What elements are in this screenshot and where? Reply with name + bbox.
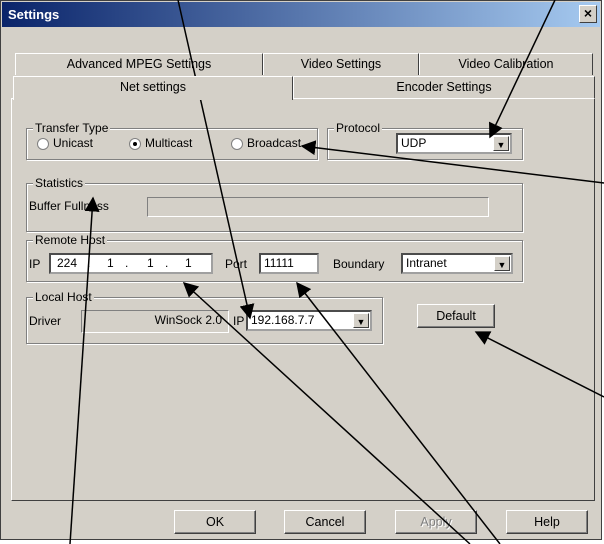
multicast-label: Multicast: [145, 136, 193, 150]
port-input[interactable]: 11111: [259, 253, 319, 274]
ip-octet-3: 1: [147, 256, 154, 270]
local-ip-label: IP: [233, 314, 245, 328]
broadcast-label: Broadcast: [247, 136, 302, 150]
driver-value: WinSock 2.0: [81, 310, 229, 333]
ip-octet-1: 224: [57, 256, 78, 270]
tab-video-calibration[interactable]: Video Calibration: [419, 53, 593, 75]
remote-ip-input[interactable]: 224 . 1 . 1 . 1: [49, 253, 213, 274]
ip-octet-4: 1: [185, 256, 192, 270]
net-settings-panel: Transfer Type Unicast Multicast Broadcas…: [11, 98, 595, 501]
ip-dot: .: [165, 256, 169, 270]
settings-dialog: Settings × Advanced MPEG Settings Video …: [0, 0, 602, 540]
default-button[interactable]: Default: [417, 304, 495, 328]
dropdown-arrow-icon[interactable]: ▼: [493, 136, 509, 151]
tab-video-settings[interactable]: Video Settings: [263, 53, 419, 75]
title-bar: Settings ×: [2, 2, 600, 27]
unicast-radio[interactable]: [37, 138, 49, 150]
cancel-button[interactable]: Cancel: [284, 510, 366, 534]
statistics-group: Statistics Buffer Fullness: [26, 176, 523, 232]
remote-ip-label: IP: [29, 257, 41, 271]
tab-advanced-mpeg-settings[interactable]: Advanced MPEG Settings: [15, 53, 263, 75]
window-title: Settings: [8, 7, 60, 22]
boundary-select[interactable]: Intranet ▼: [401, 253, 513, 274]
ip-dot: .: [125, 256, 129, 270]
transfer-type-label: Transfer Type: [33, 121, 111, 135]
unicast-label: Unicast: [53, 136, 94, 150]
multicast-radio[interactable]: [129, 138, 141, 150]
ip-octet-2: 1: [107, 256, 114, 270]
broadcast-radio[interactable]: [231, 138, 243, 150]
local-host-label: Local Host: [33, 290, 94, 304]
local-ip-value: 192.168.7.7: [251, 313, 315, 327]
apply-button[interactable]: Apply: [395, 510, 477, 534]
transfer-type-group: Transfer Type Unicast Multicast Broadcas…: [26, 121, 318, 160]
port-label: Port: [225, 257, 248, 271]
local-ip-select[interactable]: 192.168.7.7 ▼: [246, 310, 372, 331]
boundary-value: Intranet: [406, 256, 447, 270]
buffer-fullness-bar: [147, 197, 489, 217]
port-value: 11111: [264, 256, 294, 270]
close-button[interactable]: ×: [579, 5, 597, 23]
dropdown-arrow-icon[interactable]: ▼: [494, 256, 510, 271]
driver-label: Driver: [29, 314, 61, 328]
close-icon: ×: [583, 5, 593, 21]
protocol-select[interactable]: UDP ▼: [396, 133, 512, 154]
remote-host-label: Remote Host: [33, 233, 108, 247]
tab-encoder-settings[interactable]: Encoder Settings: [293, 76, 595, 98]
statistics-label: Statistics: [33, 176, 86, 190]
protocol-label: Protocol: [334, 121, 383, 135]
ip-dot: .: [87, 256, 91, 270]
local-host-group: Local Host Driver WinSock 2.0 IP 192.168…: [26, 290, 383, 344]
protocol-value: UDP: [401, 136, 427, 150]
ok-button[interactable]: OK: [174, 510, 256, 534]
protocol-group: Protocol UDP ▼: [327, 121, 523, 160]
boundary-label: Boundary: [333, 257, 385, 271]
dropdown-arrow-icon[interactable]: ▼: [353, 313, 369, 328]
tab-net-settings[interactable]: Net settings: [13, 76, 293, 100]
driver-text: WinSock 2.0: [154, 313, 222, 327]
help-button[interactable]: Help: [506, 510, 588, 534]
buffer-fullness-label: Buffer Fullness: [29, 199, 109, 213]
remote-host-group: Remote Host IP 224 . 1 . 1 . 1 Port 1111…: [26, 233, 523, 282]
